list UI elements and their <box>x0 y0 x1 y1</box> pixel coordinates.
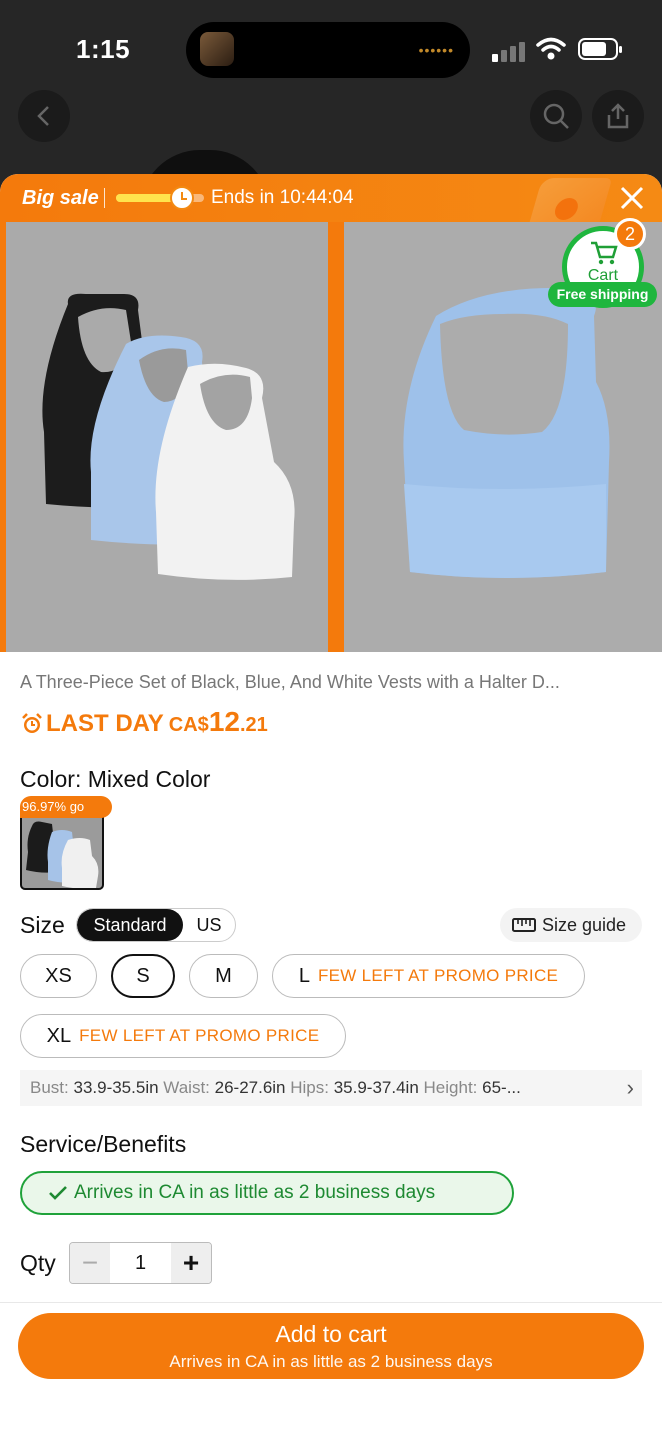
chevron-right-icon: › <box>626 1075 634 1100</box>
increase-qty-button[interactable]: + <box>171 1243 211 1283</box>
size-option-label: S <box>136 964 150 987</box>
now-playing-artwork <box>200 32 234 66</box>
price-line: LAST DAY CA$ 12 .21 <box>20 706 268 742</box>
size-label: Size <box>20 912 65 938</box>
add-to-cart-label: Add to cart <box>275 1321 387 1347</box>
size-option-s[interactable]: S <box>111 954 175 998</box>
close-icon[interactable] <box>618 184 646 212</box>
divider <box>104 188 105 208</box>
clock-icon <box>170 186 194 210</box>
quantity-stepper[interactable]: − 1 + <box>69 1242 212 1284</box>
hips-label: Hips: <box>290 1078 329 1097</box>
height-value: 65-... <box>482 1078 521 1097</box>
price-decimal: .21 <box>239 714 268 736</box>
sale-countdown: Ends in 10:44:04 <box>211 187 354 209</box>
size-system-toggle[interactable]: Standard US <box>76 908 236 942</box>
color-swatch-mixed[interactable] <box>20 810 104 890</box>
sale-banner: Big sale Ends in 10:44:04 <box>0 174 662 222</box>
back-button[interactable] <box>18 90 70 142</box>
size-system-standard[interactable]: Standard <box>77 909 183 941</box>
add-to-cart-sheet: Big sale Ends in 10:44:04 Cart 2 Free sh… <box>0 174 662 1440</box>
size-option-label: L <box>298 964 310 987</box>
cart-count-badge: 2 <box>614 218 646 250</box>
delivery-benefit-text: Arrives in CA in as little as 2 business… <box>74 1182 436 1203</box>
height-label: Height: <box>423 1078 478 1097</box>
cellular-signal-icon <box>492 40 526 62</box>
sale-decoration <box>529 178 613 222</box>
product-title: A Three-Piece Set of Black, Blue, And Wh… <box>20 672 560 692</box>
battery-icon <box>578 38 622 60</box>
swatch-image <box>26 821 99 888</box>
price-integer: 12 <box>208 706 240 737</box>
search-button[interactable] <box>530 90 582 142</box>
color-label: Color: Mixed Color <box>20 766 211 792</box>
qty-value[interactable]: 1 <box>110 1243 171 1283</box>
share-button[interactable] <box>592 90 644 142</box>
bust-label: Bust: <box>30 1078 69 1097</box>
divider <box>0 1302 662 1303</box>
share-icon <box>607 103 629 129</box>
size-option-l[interactable]: L FEW LEFT AT PROMO PRICE <box>272 954 585 998</box>
dynamic-island: •••••• <box>186 22 470 78</box>
size-option-label: M <box>215 964 232 987</box>
audio-waveform-icon: •••••• <box>418 42 454 58</box>
countdown-time: 10:44:04 <box>279 187 354 208</box>
three-halter-tops-image <box>42 293 295 580</box>
add-to-cart-button[interactable]: Add to cart Arrives in CA in as little a… <box>18 1313 644 1379</box>
sale-progress-fill <box>116 194 178 202</box>
low-stock-note: FEW LEFT AT PROMO PRICE <box>79 1026 320 1045</box>
wifi-icon <box>536 37 566 60</box>
background-page-header <box>0 88 662 210</box>
product-image-set[interactable] <box>6 222 328 652</box>
size-guide-button[interactable]: Size guide <box>500 908 642 942</box>
status-bar: 1:15 •••••• <box>0 0 662 100</box>
waist-label: Waist: <box>163 1078 210 1097</box>
size-option-label: XL <box>46 1024 72 1047</box>
size-option-xs[interactable]: XS <box>20 954 97 998</box>
status-time: 1:15 <box>76 34 131 64</box>
size-option-label: XS <box>45 964 72 987</box>
price-currency: CA$ <box>168 714 209 736</box>
chevron-left-icon <box>37 106 49 126</box>
delivery-benefit-badge: Arrives in CA in as little as 2 business… <box>20 1171 514 1215</box>
size-option-xl[interactable]: XL FEW LEFT AT PROMO PRICE <box>20 1014 346 1058</box>
decrease-qty-button[interactable]: − <box>70 1243 110 1283</box>
swatch-rating-tag: 96.97% go <box>20 796 112 818</box>
hips-value: 35.9-37.4in <box>333 1078 419 1097</box>
cart-icon <box>591 241 618 265</box>
alarm-clock-icon <box>22 713 42 733</box>
ruler-icon <box>512 918 536 932</box>
search-icon <box>543 103 569 129</box>
size-option-m[interactable]: M <box>189 954 258 998</box>
waist-value: 26-27.6in <box>214 1078 286 1097</box>
size-measurements-row[interactable]: Bust: 33.9-35.5in Waist: 26-27.6in Hips:… <box>20 1070 642 1106</box>
last-day-label: LAST DAY <box>46 710 164 737</box>
size-system-us[interactable]: US <box>183 909 235 941</box>
bust-value: 33.9-35.5in <box>73 1078 159 1097</box>
qty-label: Qty <box>20 1250 56 1276</box>
sale-title: Big sale <box>22 187 99 209</box>
service-benefits-label: Service/Benefits <box>20 1131 187 1157</box>
add-to-cart-subtitle: Arrives in CA in as little as 2 business… <box>169 1352 493 1371</box>
check-icon <box>49 1186 67 1200</box>
low-stock-note: FEW LEFT AT PROMO PRICE <box>317 966 559 985</box>
free-shipping-badge: Free shipping <box>548 282 657 307</box>
ends-label: Ends in <box>211 187 275 208</box>
size-guide-label: Size guide <box>542 914 627 935</box>
